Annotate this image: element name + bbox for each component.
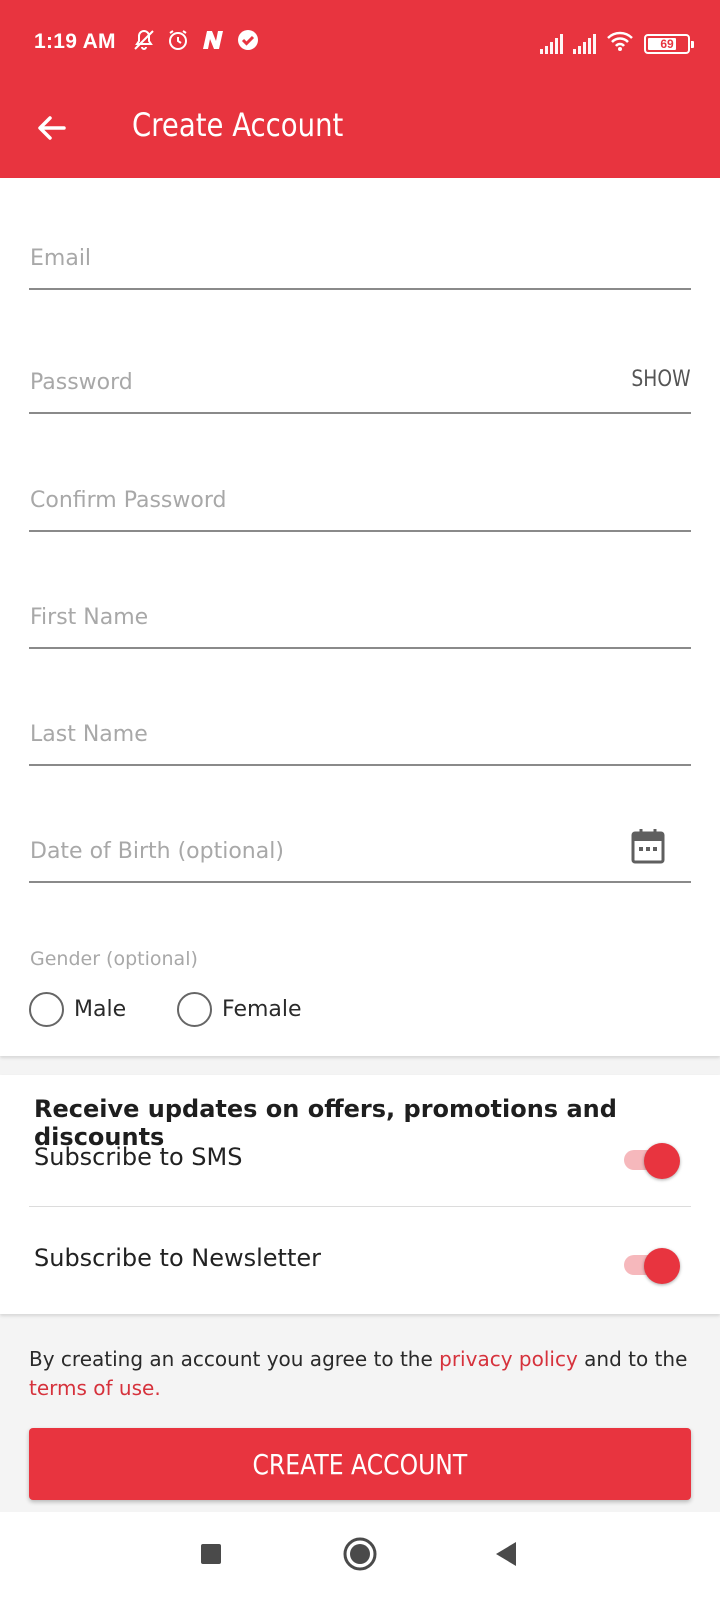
back-button[interactable] [28,106,76,154]
newsletter-subscription-row[interactable]: Subscribe to Newsletter [34,1230,690,1290]
date-of-birth-field[interactable]: Date of Birth (optional) [29,823,691,883]
newsletter-subscription-label: Subscribe to Newsletter [34,1244,322,1272]
confirm-password-field[interactable]: Confirm Password [29,472,691,532]
sms-toggle[interactable] [624,1143,680,1179]
nav-back-button[interactable] [482,1532,530,1580]
signal-icon [573,33,596,54]
first-name-field[interactable]: First Name [29,589,691,649]
newsletter-toggle[interactable] [624,1248,680,1284]
recents-square-icon [199,1542,223,1571]
divider [29,1206,691,1207]
page-title: Create Account [132,106,344,144]
agreement-text: By creating an account you agree to the … [29,1345,689,1403]
alarm-icon [166,28,190,57]
status-icons-left [132,28,260,57]
last-name-placeholder: Last Name [30,722,148,747]
signal-icon [540,33,563,54]
status-time: 1:19 AM [34,30,116,53]
gender-radio-female[interactable]: Female [177,992,302,1027]
radio-circle-icon [177,992,212,1027]
password-placeholder: Password [30,370,133,395]
password-field[interactable]: Password SHOW [29,354,691,414]
gender-label: Gender (optional) [30,948,198,970]
terms-of-use-link[interactable]: terms of use. [29,1376,161,1400]
app-bar: Create Account [0,88,720,178]
battery-icon: 69 [644,33,694,54]
home-button[interactable] [336,1532,384,1580]
gender-radio-male[interactable]: Male [29,992,126,1027]
recents-button[interactable] [187,1532,235,1580]
calendar-icon[interactable] [631,828,665,869]
email-placeholder: Email [30,246,92,271]
arrow-left-icon [35,111,69,150]
first-name-placeholder: First Name [30,605,149,630]
agreement-text-middle: and to the [577,1347,688,1371]
gender-option-label: Female [222,997,302,1022]
battery-level: 69 [660,36,674,51]
system-nav-bar [0,1512,720,1600]
sms-subscription-row[interactable]: Subscribe to SMS [34,1129,690,1189]
date-of-birth-placeholder: Date of Birth (optional) [30,839,284,864]
email-field[interactable]: Email [29,230,691,290]
n-app-icon [200,28,226,57]
status-bar: 1:19 AM 69 [0,0,720,88]
confirm-password-placeholder: Confirm Password [30,488,227,513]
create-account-label: CREATE ACCOUNT [252,1447,468,1481]
gender-option-label: Male [74,997,127,1022]
registration-form: Email Password SHOW Confirm Password Fir… [0,178,720,1056]
show-password-button[interactable]: SHOW [632,367,691,392]
check-circle-icon [236,28,260,57]
back-triangle-icon [493,1540,519,1573]
mute-icon [132,28,156,57]
create-account-button[interactable]: CREATE ACCOUNT [29,1428,691,1500]
radio-circle-icon [29,992,64,1027]
status-icons-right: 69 [540,30,694,57]
agreement-text-before: By creating an account you agree to the [29,1347,440,1371]
sms-subscription-label: Subscribe to SMS [34,1143,243,1171]
last-name-field[interactable]: Last Name [29,706,691,766]
subscriptions-section: Receive updates on offers, promotions an… [0,1075,720,1314]
privacy-policy-link[interactable]: privacy policy [439,1347,578,1371]
home-circle-icon [342,1536,378,1577]
wifi-icon [606,30,634,57]
